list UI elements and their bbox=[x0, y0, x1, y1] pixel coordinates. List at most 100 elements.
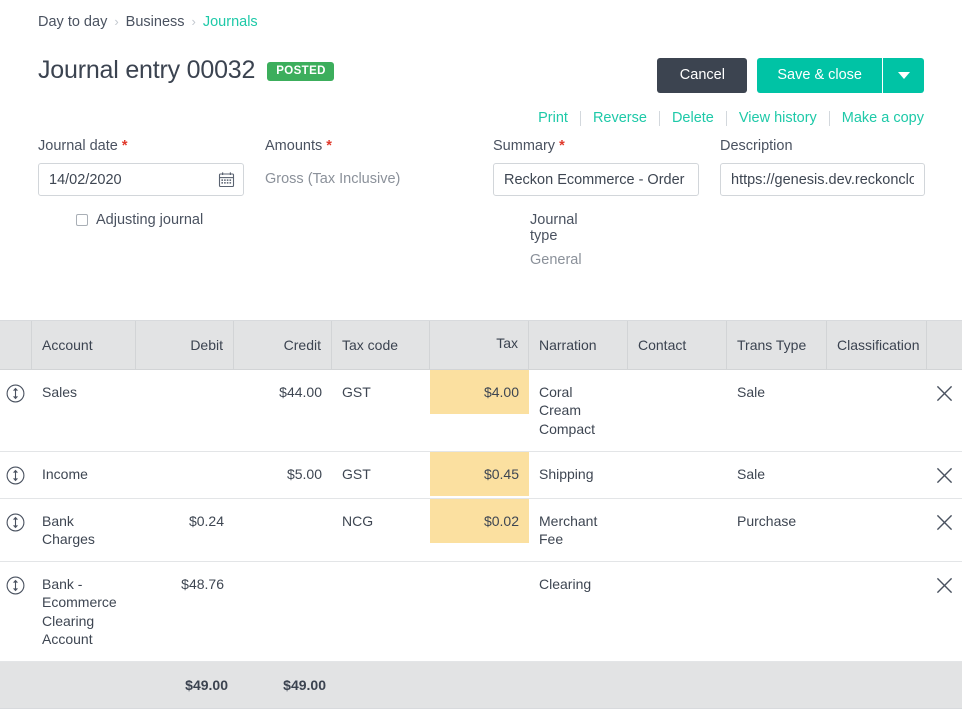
row-tax-code[interactable]: NCG bbox=[332, 499, 430, 561]
row-drag-handle-icon[interactable] bbox=[0, 562, 32, 661]
grid-header-contact: Contact bbox=[628, 321, 727, 370]
totals-credit: $49.00 bbox=[283, 676, 326, 693]
row-account[interactable]: Bank - Ecommerce Clearing Account bbox=[32, 562, 136, 661]
save-options-dropdown-button[interactable] bbox=[882, 58, 924, 93]
row-tax[interactable]: $0.02 bbox=[430, 498, 529, 561]
journal-date-label: Journal date * bbox=[38, 138, 244, 154]
row-narration[interactable]: Merchant Fee bbox=[529, 499, 628, 561]
totals-debit: $49.00 bbox=[185, 676, 228, 693]
row-contact[interactable] bbox=[628, 499, 727, 561]
row-trans-type[interactable]: Purchase bbox=[727, 499, 827, 561]
row-remove-button[interactable] bbox=[927, 499, 962, 561]
grid-totals-row: $49.00 $49.00 bbox=[0, 661, 962, 709]
breadcrumb: Day to day › Business › Journals bbox=[38, 14, 258, 30]
row-contact[interactable] bbox=[628, 452, 727, 498]
breadcrumb-separator-icon: › bbox=[191, 13, 196, 29]
breadcrumb-separator-icon: › bbox=[114, 13, 119, 29]
grid-header-credit: Credit bbox=[234, 321, 332, 370]
grid-header-narration: Narration bbox=[529, 321, 628, 370]
page-title-row: Journal entry 00032 POSTED bbox=[38, 58, 334, 83]
description-label: Description bbox=[720, 138, 793, 154]
description-field-group: Description bbox=[720, 138, 925, 196]
amounts-label-text: Amounts bbox=[265, 138, 323, 154]
row-tax[interactable]: $0.45 bbox=[430, 451, 529, 498]
row-trans-type[interactable]: Sale bbox=[727, 452, 827, 498]
row-account[interactable]: Sales bbox=[32, 370, 136, 451]
row-contact[interactable] bbox=[628, 370, 727, 451]
row-debit[interactable]: $48.76 bbox=[136, 562, 234, 661]
chevron-down-icon bbox=[897, 72, 910, 79]
description-input[interactable] bbox=[720, 163, 925, 196]
row-drag-handle-icon[interactable] bbox=[0, 499, 32, 561]
row-contact[interactable] bbox=[628, 562, 727, 661]
row-classification[interactable] bbox=[827, 370, 927, 451]
page-title: Journal entry 00032 bbox=[38, 56, 256, 84]
row-trans-type[interactable] bbox=[727, 562, 827, 661]
row-narration[interactable]: Clearing bbox=[529, 562, 628, 661]
summary-input[interactable] bbox=[493, 163, 699, 196]
row-remove-button[interactable] bbox=[927, 370, 962, 451]
secondary-action-links: Print Reverse Delete View history Make a… bbox=[538, 110, 924, 126]
row-drag-handle-icon[interactable] bbox=[0, 452, 32, 498]
table-row: Bank - Ecommerce Clearing Account $48.76 C… bbox=[0, 562, 962, 662]
grid-header-remove bbox=[927, 321, 962, 369]
adjusting-journal-row[interactable]: Adjusting journal bbox=[76, 212, 203, 228]
status-badge: POSTED bbox=[267, 61, 334, 82]
delete-link[interactable]: Delete bbox=[660, 110, 726, 126]
amounts-label: Amounts * bbox=[265, 138, 400, 154]
amounts-field-group: Amounts * Gross (Tax Inclusive) Journal … bbox=[265, 138, 582, 268]
row-remove-button[interactable] bbox=[927, 452, 962, 498]
summary-label: Summary * bbox=[493, 138, 699, 154]
row-tax-code[interactable]: GST bbox=[332, 452, 430, 498]
row-account[interactable]: Bank Charges bbox=[32, 499, 136, 561]
required-asterisk: * bbox=[559, 138, 565, 154]
row-debit[interactable] bbox=[136, 370, 234, 451]
cancel-button[interactable]: Cancel bbox=[657, 58, 748, 93]
row-debit[interactable] bbox=[136, 452, 234, 498]
table-row: Bank Charges $0.24 NCG $0.02 Merchant Fee Pur… bbox=[0, 498, 962, 563]
row-drag-handle-icon[interactable] bbox=[0, 370, 32, 451]
row-debit[interactable]: $0.24 bbox=[136, 499, 234, 561]
adjusting-journal-checkbox[interactable] bbox=[76, 214, 88, 226]
view-history-link[interactable]: View history bbox=[727, 110, 829, 126]
breadcrumb-item-day-to-day[interactable]: Day to day bbox=[38, 14, 107, 30]
save-and-close-split-button: Save & close bbox=[757, 58, 924, 93]
row-classification[interactable] bbox=[827, 499, 927, 561]
required-asterisk: * bbox=[326, 138, 332, 154]
amounts-value: Gross (Tax Inclusive) bbox=[265, 171, 401, 187]
journal-date-label-text: Journal date bbox=[38, 138, 118, 154]
journal-date-input-wrap bbox=[38, 163, 244, 196]
row-credit[interactable] bbox=[234, 499, 332, 561]
journal-date-field-group: Journal date * Adjusting journal bbox=[38, 138, 244, 228]
row-tax[interactable]: $4.00 bbox=[430, 370, 529, 451]
row-tax[interactable] bbox=[430, 562, 529, 661]
reverse-link[interactable]: Reverse bbox=[581, 110, 659, 126]
print-link[interactable]: Print bbox=[538, 110, 580, 126]
row-credit[interactable]: $44.00 bbox=[234, 370, 332, 451]
grid-header-row: Account Debit Credit Tax code Tax Narrat… bbox=[0, 321, 962, 371]
journal-date-input[interactable] bbox=[38, 163, 244, 196]
row-account[interactable]: Income bbox=[32, 452, 136, 498]
row-credit[interactable] bbox=[234, 562, 332, 661]
row-narration[interactable]: Shipping bbox=[529, 452, 628, 498]
row-remove-button[interactable] bbox=[927, 562, 962, 661]
grid-header-classification: Classification bbox=[827, 321, 927, 370]
make-a-copy-link[interactable]: Make a copy bbox=[830, 110, 924, 126]
grid-header-account: Account bbox=[32, 321, 136, 370]
grid-header-handle bbox=[0, 321, 32, 370]
grid-body: Sales $44.00 GST $4.00 Coral Cream Compact Sa… bbox=[0, 370, 962, 662]
grid-header-tax: Tax bbox=[430, 321, 529, 370]
row-narration[interactable]: Coral Cream Compact bbox=[529, 370, 628, 451]
journal-type-value: General bbox=[530, 252, 582, 268]
save-and-close-button[interactable]: Save & close bbox=[757, 58, 882, 93]
grid-header-debit: Debit bbox=[136, 321, 234, 370]
row-classification[interactable] bbox=[827, 562, 927, 661]
summary-field-group: Summary * bbox=[493, 138, 699, 196]
row-trans-type[interactable]: Sale bbox=[727, 370, 827, 451]
row-tax-code[interactable]: GST bbox=[332, 370, 430, 451]
breadcrumb-item-business[interactable]: Business bbox=[126, 14, 185, 30]
row-tax-code[interactable] bbox=[332, 562, 430, 661]
row-credit[interactable]: $5.00 bbox=[234, 452, 332, 498]
row-classification[interactable] bbox=[827, 452, 927, 498]
breadcrumb-item-journals[interactable]: Journals bbox=[203, 14, 258, 30]
